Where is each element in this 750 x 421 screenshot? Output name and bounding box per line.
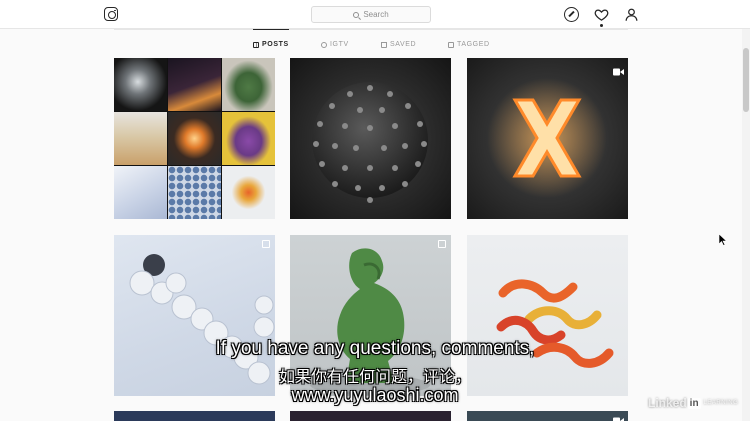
post-glowing-x-thumbnail[interactable]: [467, 58, 628, 219]
glowing-x-illustration: [487, 78, 607, 198]
collage-cell: [222, 166, 275, 219]
bookmark-icon: [381, 41, 387, 48]
tab-label: IGTV: [330, 41, 349, 48]
post-partial-thumbnail[interactable]: [290, 411, 451, 421]
post-collage-thumbnail[interactable]: [114, 58, 275, 219]
search-placeholder: Search: [363, 10, 389, 19]
sphere-illustration: [312, 82, 428, 203]
post-partial-thumbnail[interactable]: [467, 411, 628, 421]
post-sphere-thumbnail[interactable]: [290, 58, 451, 219]
compass-icon[interactable]: [564, 7, 579, 22]
collage-cell: [114, 166, 167, 219]
subtitle-line-chinese: 如果你有任何问题，评论，: [278, 367, 471, 386]
collage-cell: [222, 112, 275, 165]
tag-icon: [448, 41, 454, 48]
tab-label: TAGGED: [457, 41, 490, 48]
watermark-in: in: [687, 397, 701, 409]
post-partial-thumbnail[interactable]: [114, 411, 275, 421]
instagram-icon[interactable]: [104, 7, 118, 21]
mouse-cursor-icon: [718, 233, 728, 246]
igtv-icon: [321, 41, 327, 48]
watermark-linked: Linked: [648, 396, 687, 410]
video-icon: [613, 412, 624, 421]
person-icon[interactable]: [624, 7, 639, 22]
instagram-profile-page: Search POSTS IGTV SAVED TAGGED If you ha…: [0, 0, 750, 421]
subtitle-line-url: www.yuyulaoshi.com: [291, 385, 459, 405]
multiple-posts-icon: [438, 240, 446, 248]
active-tab-indicator: [253, 29, 289, 30]
collage-cell: [114, 58, 167, 111]
grid-icon: [253, 41, 259, 48]
tab-label: SAVED: [390, 41, 417, 48]
tabs-divider: [114, 29, 628, 30]
search-icon: [353, 11, 360, 18]
tab-label: POSTS: [262, 41, 289, 48]
heart-icon[interactable]: [594, 7, 609, 22]
scrollbar-thumb[interactable]: [743, 48, 749, 112]
activity-indicator-dot: [600, 24, 603, 27]
tab-tagged[interactable]: TAGGED: [448, 40, 490, 49]
tab-posts[interactable]: POSTS: [253, 40, 289, 49]
collage-cell: [168, 58, 221, 111]
multiple-posts-icon: [262, 240, 270, 248]
tab-saved[interactable]: SAVED: [381, 40, 416, 49]
top-navigation-bar: Search: [0, 0, 750, 29]
linkedin-learning-watermark: Linked in LEARNING: [648, 396, 738, 410]
collage-cell: [168, 166, 221, 219]
tab-igtv[interactable]: IGTV: [321, 40, 349, 49]
watermark-learning: LEARNING: [703, 400, 739, 406]
video-icon: [613, 63, 624, 76]
search-input[interactable]: Search: [311, 6, 431, 23]
subtitle-line-english: If you have any questions, comments,: [215, 338, 535, 359]
collage-cell: [168, 112, 221, 165]
collage-cell: [114, 112, 167, 165]
collage-cell: [222, 58, 275, 111]
